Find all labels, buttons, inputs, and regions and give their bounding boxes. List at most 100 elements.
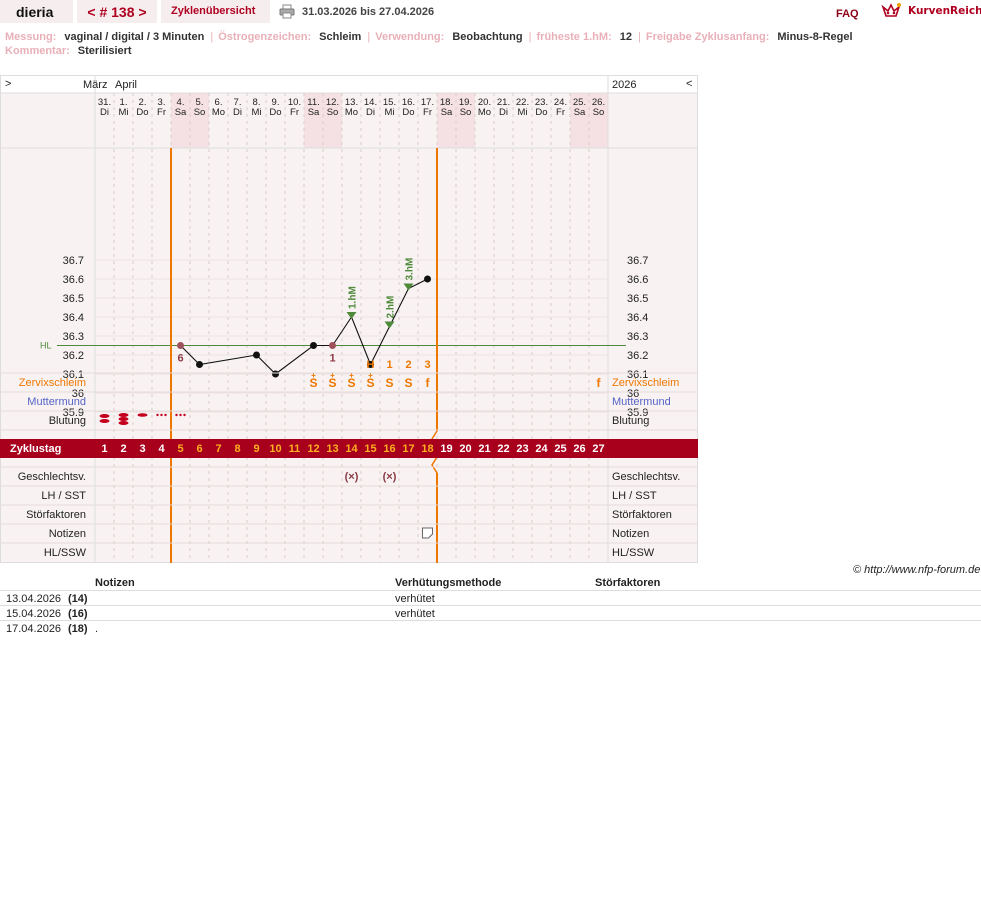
cycle-day-number: 18: [421, 443, 433, 455]
cycle-info: Messung: vaginal / digital / 3 Minuten | Ö…: [5, 31, 853, 57]
cycle-day-number: 7: [215, 443, 221, 455]
faq-link[interactable]: FAQ: [836, 8, 859, 20]
next-cycle-button[interactable]: >: [138, 4, 146, 20]
zervix-plus: +: [349, 371, 354, 380]
cycle-day-number: 16: [383, 443, 395, 455]
peak-count: 2: [405, 359, 411, 371]
cycle-day-number: 21: [478, 443, 490, 455]
cycle-day-number: 14: [345, 443, 358, 455]
copyright: © http://www.nfp-forum.de: [853, 564, 981, 576]
note-date: 17.04.2026: [6, 623, 62, 635]
bleeding-mark: [118, 413, 129, 417]
day-weekday: So: [593, 107, 605, 118]
cycle-number: # 138: [99, 4, 135, 20]
date-range: 31.03.2026 bis 27.04.2026: [302, 6, 435, 18]
bleeding-dot: [179, 413, 182, 417]
day-weekday: Sa: [175, 107, 187, 118]
temperature-point: [310, 342, 317, 349]
day-weekday: Mi: [118, 107, 128, 118]
cycle-day-number: 22: [497, 443, 509, 455]
day-weekday: Di: [233, 107, 242, 118]
axis-tick-left: 36.2: [63, 350, 84, 362]
zervix-plus: +: [311, 371, 316, 380]
row-label-right-lh: LH / SST: [612, 490, 657, 502]
temperature-count-label: 6: [177, 353, 183, 365]
temperature-point: [272, 370, 279, 378]
cycle-day-number: 24: [535, 443, 548, 455]
bleeding-dot: [183, 413, 186, 417]
day-weekday: So: [194, 107, 206, 118]
notes-col-methode: Verhütungsmethode: [395, 577, 502, 589]
axis-tick-left: 36.7: [63, 255, 84, 267]
cycle-day-number: 4: [158, 443, 165, 455]
month-label: März: [83, 79, 107, 91]
temperature-point: [329, 342, 336, 349]
axis-tick-left: 36.5: [63, 293, 84, 305]
frueheste-value: 12: [619, 31, 632, 43]
cycle-day-number: 9: [253, 443, 259, 455]
row-label-right-stoer: Störfaktoren: [612, 509, 672, 521]
day-weekday: Do: [535, 107, 547, 118]
messung-label: Messung:: [5, 31, 57, 43]
cycle-day-number: 15: [364, 443, 376, 455]
row-label-right-blutung: Blutung: [612, 415, 649, 427]
day-weekday: So: [460, 107, 472, 118]
day-weekday: Sa: [441, 107, 453, 118]
verwendung-value: Beobachtung: [452, 31, 523, 43]
day-weekday: Di: [100, 107, 109, 118]
row-label-right-hlssw: HL/SSW: [612, 547, 655, 559]
messung-value: vaginal / digital / 3 Minuten: [64, 31, 205, 43]
day-weekday: Fr: [423, 107, 432, 118]
cycle-day-number: 19: [440, 443, 452, 455]
axis-tick-left: 36.3: [63, 331, 84, 343]
cycle-navigator: < # 138 >: [77, 0, 157, 23]
bleeding-dot: [164, 413, 167, 417]
cycle-day-number: 23: [516, 443, 528, 455]
hm-label: 3.hM: [405, 258, 416, 281]
peak-count: 3: [424, 359, 430, 371]
row-label-zervix: Zervixschleim: [19, 377, 86, 389]
row-label-gv: Geschlechtsv.: [18, 471, 86, 483]
note-day: (14): [68, 593, 88, 605]
day-weekday: So: [327, 107, 339, 118]
bleeding-dot: [156, 413, 159, 417]
row-label-blutung: Blutung: [49, 415, 86, 427]
zervix-plus: +: [330, 371, 335, 380]
row-label-right-mutter: Muttermund: [612, 396, 671, 408]
frueheste-label: früheste 1.hM:: [536, 31, 612, 43]
notes-table: Notizen Verhütungsmethode Störfaktoren 1…: [0, 576, 981, 635]
bleeding-mark: [137, 413, 148, 417]
day-weekday: Mi: [517, 107, 527, 118]
oestrogen-value: Schleim: [319, 31, 362, 43]
coverline-label: HL: [40, 341, 52, 351]
kommentar-label: Kommentar:: [5, 45, 70, 57]
cycle-day-number: 6: [196, 443, 202, 455]
bleeding-mark: [99, 419, 110, 423]
row-label-notizen: Notizen: [49, 528, 86, 540]
cycle-day-number: 27: [592, 443, 604, 455]
temperature-point: [253, 351, 260, 359]
cycle-day-number: 10: [269, 443, 281, 455]
printer-icon[interactable]: [279, 4, 295, 19]
row-label-right-gv: Geschlechtsv.: [612, 471, 680, 483]
cycle-day-number: 20: [459, 443, 471, 455]
cycle-day-number: 12: [307, 443, 319, 455]
row-label-hlssw: HL/SSW: [44, 547, 87, 559]
peak-count: 1: [386, 359, 392, 371]
notes-row: 17.04.2026 (18) .: [0, 620, 981, 635]
day-weekday: Mo: [478, 107, 491, 118]
kurvenreich-link[interactable]: KurvenReich: [880, 2, 981, 20]
hm-label: 1.hM: [348, 286, 359, 309]
day-weekday: Sa: [308, 107, 320, 118]
prev-cycle-button[interactable]: <: [87, 4, 95, 20]
temperature-point: [177, 342, 184, 349]
day-weekday: Do: [269, 107, 281, 118]
axis-tick-left: 36.4: [63, 312, 84, 324]
row-label-stoer: Störfaktoren: [26, 509, 86, 521]
note-date: 13.04.2026: [6, 593, 62, 605]
note-methode: verhütet: [395, 593, 435, 605]
cycle-overview-link[interactable]: Zyklenübersicht: [161, 0, 270, 23]
bleeding-mark: [99, 414, 110, 418]
note-date: 15.04.2026: [6, 608, 62, 620]
temperature-point: [424, 275, 431, 283]
